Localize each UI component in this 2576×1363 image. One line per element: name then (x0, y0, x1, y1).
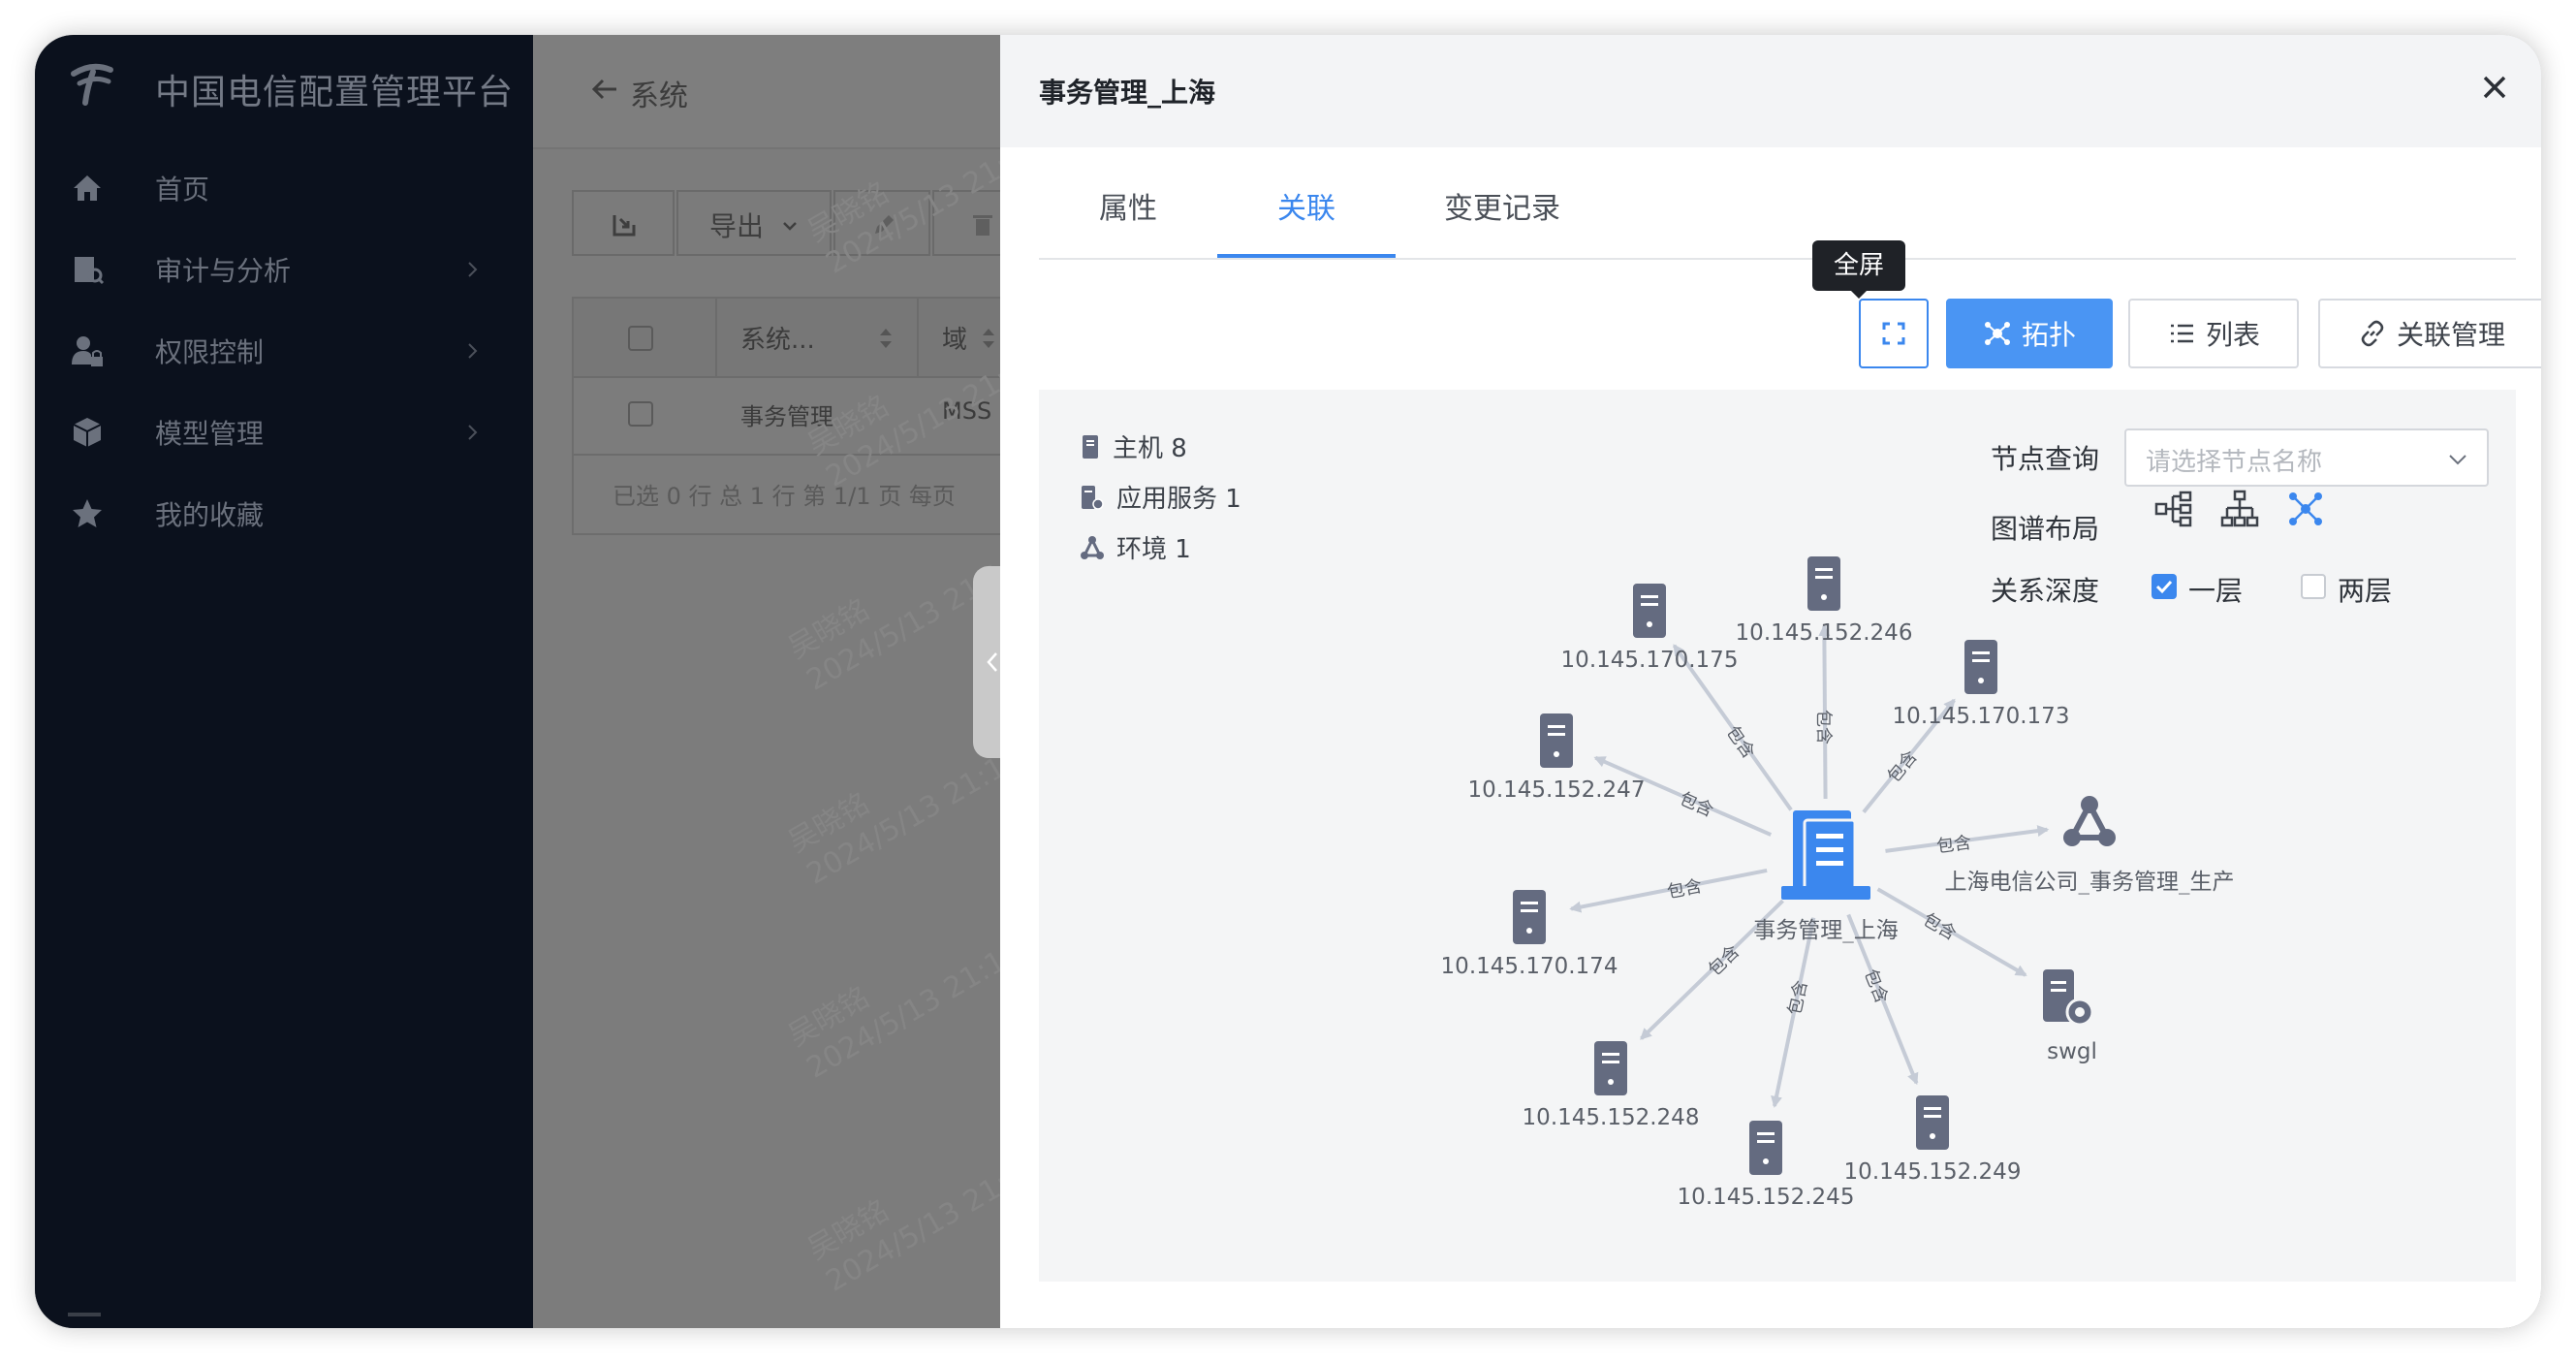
topology-view-button[interactable]: 拓扑 (1946, 299, 2113, 368)
china-telecom-logo-icon (71, 63, 113, 106)
server-node[interactable] (1513, 890, 1546, 944)
relation-edge[interactable] (1569, 868, 1768, 913)
sidebar-item-permission[interactable]: 权限控制 (35, 310, 533, 392)
chevron-down-icon (783, 222, 797, 231)
sidebar-item-model[interactable]: 模型管理 (35, 392, 533, 473)
link-icon (2361, 320, 2384, 347)
user-lock-icon (72, 336, 103, 366)
app-title: 中国电信配置管理平台 (155, 73, 515, 112)
drawer-title: 事务管理_上海 (1039, 77, 1216, 109)
column-header-system[interactable]: 系统... (740, 320, 815, 356)
list-view-button[interactable]: 列表 (2128, 299, 2299, 368)
export-label: 导出 (709, 210, 765, 242)
relation-edge[interactable] (1862, 698, 1956, 814)
server-node[interactable] (1807, 556, 1840, 611)
sidebar-item-label: 权限控制 (155, 336, 265, 368)
home-icon (74, 175, 101, 201)
sidebar-item-home[interactable]: 首页 (35, 147, 533, 229)
row-checkbox[interactable] (628, 401, 653, 427)
sort-icon[interactable] (878, 326, 894, 351)
relation-edge[interactable] (1672, 644, 1793, 811)
fullscreen-icon (1882, 322, 1905, 345)
tab-relations[interactable]: 关联 (1277, 184, 1335, 227)
sidebar: 中国电信配置管理平台 首页 审计与分析 权限控制 模型管理 我的收藏 (35, 35, 533, 1328)
topology-icon (1984, 322, 2010, 345)
server-node[interactable] (1964, 640, 1997, 694)
relation-manage-label: 关联管理 (2396, 319, 2505, 351)
chevron-right-icon (468, 343, 478, 359)
drawer-tabs: 属性 关联 变更记录 (1039, 147, 2516, 260)
active-tab-indicator (1217, 254, 1396, 258)
relation-edge[interactable] (1593, 755, 1773, 837)
import-icon (613, 215, 636, 237)
server-node[interactable] (1594, 1041, 1627, 1095)
sidebar-item-favorites[interactable]: 我的收藏 (35, 473, 533, 555)
sidebar-item-label: 模型管理 (155, 418, 265, 450)
sidebar-item-label: 我的收藏 (155, 499, 265, 531)
import-button[interactable] (572, 190, 675, 256)
relation-edge[interactable] (1885, 825, 2050, 853)
detail-drawer: 事务管理_上海 属性 关联 变更记录 全屏 拓扑 列表 关联管理 主机 8 应用… (1000, 35, 2541, 1328)
tab-change-log[interactable]: 变更记录 (1444, 184, 1560, 227)
list-icon (2170, 324, 2193, 343)
drawer-header: 事务管理_上海 (1000, 35, 2541, 147)
list-label: 列表 (2205, 319, 2260, 351)
select-all-checkbox[interactable] (628, 326, 653, 351)
star-icon (73, 499, 102, 527)
back-arrow-icon[interactable] (587, 72, 622, 107)
app-window: 中国电信配置管理平台 首页 审计与分析 权限控制 模型管理 我的收藏 系统 导出… (35, 35, 2541, 1328)
fullscreen-button[interactable] (1859, 299, 1929, 368)
relation-edge[interactable] (1818, 623, 1831, 800)
relation-edge[interactable] (1771, 917, 1816, 1108)
server-node[interactable] (1916, 1095, 1949, 1150)
fullscreen-tooltip: 全屏 (1812, 240, 1905, 299)
sidebar-item-label: 审计与分析 (155, 255, 292, 287)
audit-icon (75, 257, 105, 285)
server-node[interactable] (1633, 584, 1666, 638)
sidebar-collapse-handle[interactable] (68, 1313, 101, 1316)
page-title: 系统 (630, 79, 688, 113)
relation-manage-button[interactable]: 关联管理 (2318, 299, 2541, 368)
topology-canvas[interactable]: 主机 8 应用服务 1 环境 1 节点查询 请选择节点名称 图谱布局 关系深度 (1039, 390, 2516, 1282)
pagination-info: 已选 0 行 总 1 行 第 1/1 页 每页 (613, 483, 956, 510)
relation-edge[interactable] (1640, 899, 1784, 1040)
relation-edge[interactable] (1846, 913, 1919, 1086)
close-icon[interactable] (2475, 68, 2514, 107)
sidebar-item-label: 首页 (155, 174, 210, 206)
chevron-right-icon (468, 425, 478, 440)
tab-attributes[interactable]: 属性 (1099, 184, 1157, 227)
cube-icon (73, 418, 102, 447)
trash-icon (973, 215, 992, 236)
chevron-right-icon (468, 262, 478, 277)
server-node[interactable] (1540, 713, 1573, 768)
system-center-node[interactable] (1781, 810, 1870, 900)
relation-edge[interactable] (1876, 887, 2027, 977)
server-node[interactable] (1749, 1121, 1782, 1175)
sidebar-item-audit[interactable]: 审计与分析 (35, 229, 533, 310)
topology-label: 拓扑 (2021, 319, 2076, 351)
app-service-node[interactable] (2043, 969, 2094, 1027)
environment-node[interactable] (2063, 796, 2116, 846)
topology-graph[interactable] (1039, 390, 2516, 1282)
